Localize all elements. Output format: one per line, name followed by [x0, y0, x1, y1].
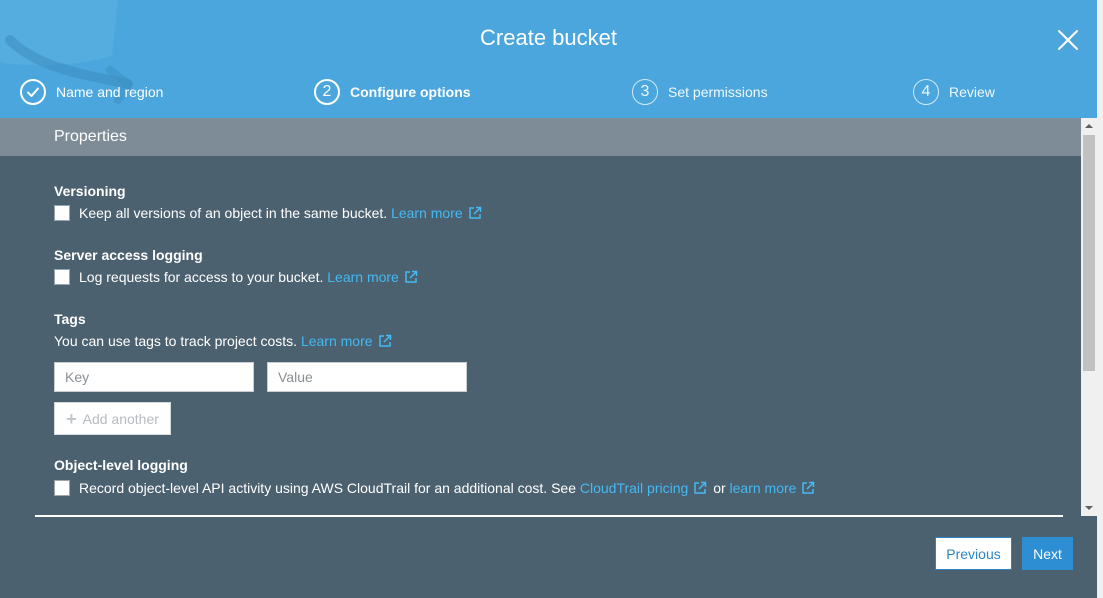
step-name-and-region[interactable]: Name and region: [20, 78, 163, 106]
access-logging-label: Log requests for access to your bucket.: [79, 269, 324, 285]
access-logging-title: Server access logging: [54, 247, 203, 263]
step-configure-options[interactable]: 2 Configure options: [314, 78, 471, 106]
scroll-up-icon: [1085, 124, 1093, 128]
external-link-icon[interactable]: [693, 481, 707, 495]
step-number: 3: [632, 79, 658, 105]
object-logging-row: Record object-level API activity using A…: [54, 480, 817, 496]
scroll-down-button[interactable]: [1081, 500, 1097, 516]
access-logging-learn-more-link[interactable]: Learn more: [327, 269, 399, 285]
object-logging-learn-more-link[interactable]: learn more: [730, 480, 797, 496]
step-complete-badge: [20, 79, 46, 105]
versioning-learn-more-link[interactable]: Learn more: [391, 205, 463, 221]
or-text: or: [713, 480, 726, 496]
scroll-thumb[interactable]: [1083, 135, 1095, 371]
external-link-icon[interactable]: [801, 481, 815, 495]
vertical-scrollbar[interactable]: [1081, 118, 1097, 516]
step-label: Set permissions: [668, 84, 768, 100]
dialog-header: Create bucket Name and region 2 Configur…: [0, 0, 1097, 118]
versioning-title: Versioning: [54, 183, 126, 199]
footer-divider: [35, 515, 1063, 517]
properties-title: Properties: [54, 128, 127, 145]
tags-learn-more-link[interactable]: Learn more: [301, 333, 373, 349]
step-number: 4: [913, 79, 939, 105]
step-number: 2: [314, 79, 340, 105]
close-button[interactable]: [1056, 28, 1080, 52]
cloudtrail-pricing-link[interactable]: CloudTrail pricing: [580, 480, 688, 496]
tags-title: Tags: [54, 311, 86, 327]
external-link-icon[interactable]: [404, 270, 418, 284]
plus-icon: +: [66, 408, 77, 429]
step-review[interactable]: 4 Review: [913, 78, 995, 106]
options-content: Versioning Keep all versions of an objec…: [0, 156, 1081, 516]
close-icon: [1057, 29, 1079, 51]
tag-key-input[interactable]: [54, 362, 254, 392]
properties-section-bar: Properties: [0, 118, 1081, 156]
scroll-up-button[interactable]: [1081, 118, 1097, 134]
external-link-icon[interactable]: [468, 206, 482, 220]
object-logging-checkbox[interactable]: [54, 480, 70, 496]
versioning-checkbox[interactable]: [54, 205, 70, 221]
step-label: Name and region: [56, 84, 164, 100]
tags-description-row: You can use tags to track project costs.…: [54, 333, 394, 349]
external-link-icon[interactable]: [378, 334, 392, 348]
tags-description: You can use tags to track project costs.: [54, 333, 298, 349]
dialog-title: Create bucket: [480, 25, 617, 50]
step-label: Review: [949, 84, 995, 100]
object-logging-label: Record object-level API activity using A…: [79, 480, 576, 496]
previous-button[interactable]: Previous: [935, 537, 1012, 570]
access-logging-row: Log requests for access to your bucket. …: [54, 269, 420, 285]
window-edge: [1097, 0, 1103, 598]
check-icon: [27, 87, 39, 97]
step-label: Configure options: [350, 84, 471, 100]
next-button[interactable]: Next: [1022, 537, 1073, 570]
object-logging-title: Object-level logging: [54, 457, 188, 473]
add-another-tag-button[interactable]: + Add another: [54, 402, 171, 435]
versioning-label: Keep all versions of an object in the sa…: [79, 205, 388, 221]
versioning-row: Keep all versions of an object in the sa…: [54, 205, 484, 221]
tag-value-input[interactable]: [267, 362, 467, 392]
add-another-label: Add another: [82, 410, 159, 427]
access-logging-checkbox[interactable]: [54, 269, 70, 285]
step-set-permissions[interactable]: 3 Set permissions: [632, 78, 768, 106]
scroll-down-icon: [1085, 506, 1093, 510]
